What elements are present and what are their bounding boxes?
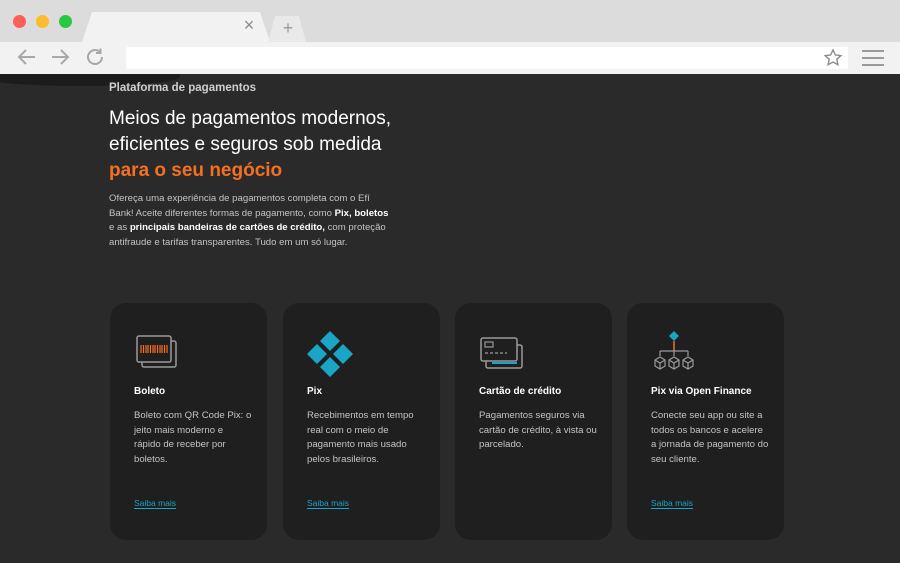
page-content: Plataforma de pagamentos Meios de pagame… xyxy=(0,74,900,563)
saiba-mais-link[interactable]: Saiba mais xyxy=(307,498,349,508)
intro-bold-pix-boletos: Pix, boletos xyxy=(334,207,389,219)
intro-bold-bandeiras: principais bandeiras de cartões de crédi… xyxy=(129,222,325,233)
reload-icon[interactable] xyxy=(84,46,106,68)
card-title: Pix via Open Finance xyxy=(651,386,752,397)
card-description: Pagamentos seguros via cartão de crédito… xyxy=(479,410,597,451)
open-finance-icon xyxy=(654,331,694,370)
credit-card-icon xyxy=(480,337,523,369)
saiba-mais-link[interactable]: Saiba mais xyxy=(134,498,176,508)
page-title: Meios de pagamentos modernos, eficientes… xyxy=(109,106,429,184)
headline-line-2: eficientes e seguros sob medida xyxy=(109,134,382,155)
card-cartao-de-credito: Cartão de crédito Pagamentos seguros via… xyxy=(455,303,612,540)
card-description: Conecte seu app ou site a todos os banco… xyxy=(651,410,769,465)
back-arrow-icon[interactable] xyxy=(16,46,38,68)
bookmark-star-icon[interactable] xyxy=(823,48,843,68)
window-minimize-dot[interactable] xyxy=(36,15,49,28)
forward-arrow-icon[interactable] xyxy=(49,46,71,68)
intro-text: Ofereça uma experiência de pagamentos co… xyxy=(109,193,370,219)
card-title: Cartão de crédito xyxy=(479,386,562,397)
card-description: Recebimentos em tempo real com o meio de… xyxy=(307,410,414,465)
intro-text: e as xyxy=(109,222,130,233)
boleto-icon xyxy=(136,335,177,368)
browser-chrome: × + xyxy=(0,0,900,74)
card-title: Boleto xyxy=(134,386,166,397)
section-eyebrow: Plataforma de pagamentos xyxy=(109,82,256,94)
window-maximize-dot[interactable] xyxy=(59,15,72,28)
card-pix: Pix Recebimentos em tempo real com o mei… xyxy=(283,303,440,540)
pix-icon xyxy=(307,331,353,377)
card-description: Boleto com QR Code Pix: o jeito mais mod… xyxy=(134,410,252,465)
intro-paragraph: Ofereça uma experiência de pagamentos co… xyxy=(109,192,394,250)
tab-close-icon[interactable]: × xyxy=(240,16,258,34)
card-pix-open-finance: Pix via Open Finance Conecte seu app ou … xyxy=(627,303,784,540)
hamburger-menu-icon[interactable] xyxy=(862,50,884,66)
address-bar[interactable] xyxy=(126,47,848,69)
headline-line-1: Meios de pagamentos modernos, xyxy=(109,108,391,129)
plus-icon[interactable]: + xyxy=(279,18,297,38)
headline-accent: para o seu negócio xyxy=(109,160,283,181)
saiba-mais-link[interactable]: Saiba mais xyxy=(651,498,693,508)
window-close-dot[interactable] xyxy=(13,15,26,28)
card-title: Pix xyxy=(307,386,323,397)
card-boleto: Boleto Boleto com QR Code Pix: o jeito m… xyxy=(110,303,267,540)
